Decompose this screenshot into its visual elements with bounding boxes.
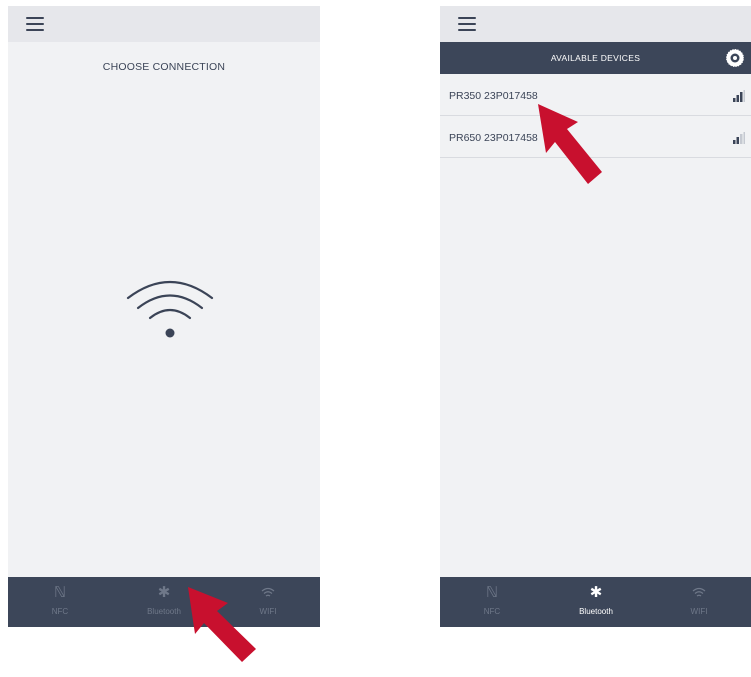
bluetooth-icon: ✱ [589, 584, 603, 601]
nav-item-nfc[interactable]: ℕ NFC [440, 577, 544, 627]
choose-connection-screen: CHOOSE CONNECTION ℕ NFC ✱ Bluetooth WIFI [8, 6, 320, 627]
devices-header: AVAILABLE DEVICES [440, 42, 751, 74]
device-name: PR650 23P017458 [449, 132, 538, 144]
wifi-icon [692, 587, 706, 597]
page-title: CHOOSE CONNECTION [102, 61, 226, 73]
top-bar [8, 6, 320, 42]
pointer-arrow-icon [188, 587, 256, 662]
nfc-icon: ℕ [485, 584, 499, 601]
menu-icon[interactable] [26, 17, 44, 31]
wifi-icon [126, 280, 214, 338]
nav-label: NFC [51, 607, 69, 616]
nav-item-bluetooth[interactable]: ✱ Bluetooth [544, 577, 648, 627]
signal-strength-icon [733, 132, 745, 144]
signal-strength-icon [733, 90, 745, 102]
menu-icon[interactable] [458, 17, 476, 31]
nav-label: WIFI [690, 607, 708, 616]
scan-icon[interactable] [723, 46, 747, 70]
nav-label: Bluetooth [579, 607, 613, 616]
bottom-navigation: ℕ NFC ✱ Bluetooth WIFI [440, 577, 751, 627]
nav-item-wifi[interactable]: WIFI [647, 577, 751, 627]
bluetooth-icon: ✱ [157, 584, 171, 601]
nav-label: NFC [483, 607, 501, 616]
nfc-icon: ℕ [53, 584, 67, 601]
bottom-navigation: ℕ NFC ✱ Bluetooth WIFI [8, 577, 320, 627]
wifi-icon [261, 587, 275, 597]
page-title: AVAILABLE DEVICES [550, 53, 641, 63]
device-name: PR350 23P017458 [449, 90, 538, 102]
pointer-arrow-icon [538, 104, 602, 184]
nav-item-nfc[interactable]: ℕ NFC [8, 577, 112, 627]
top-bar [440, 6, 751, 42]
